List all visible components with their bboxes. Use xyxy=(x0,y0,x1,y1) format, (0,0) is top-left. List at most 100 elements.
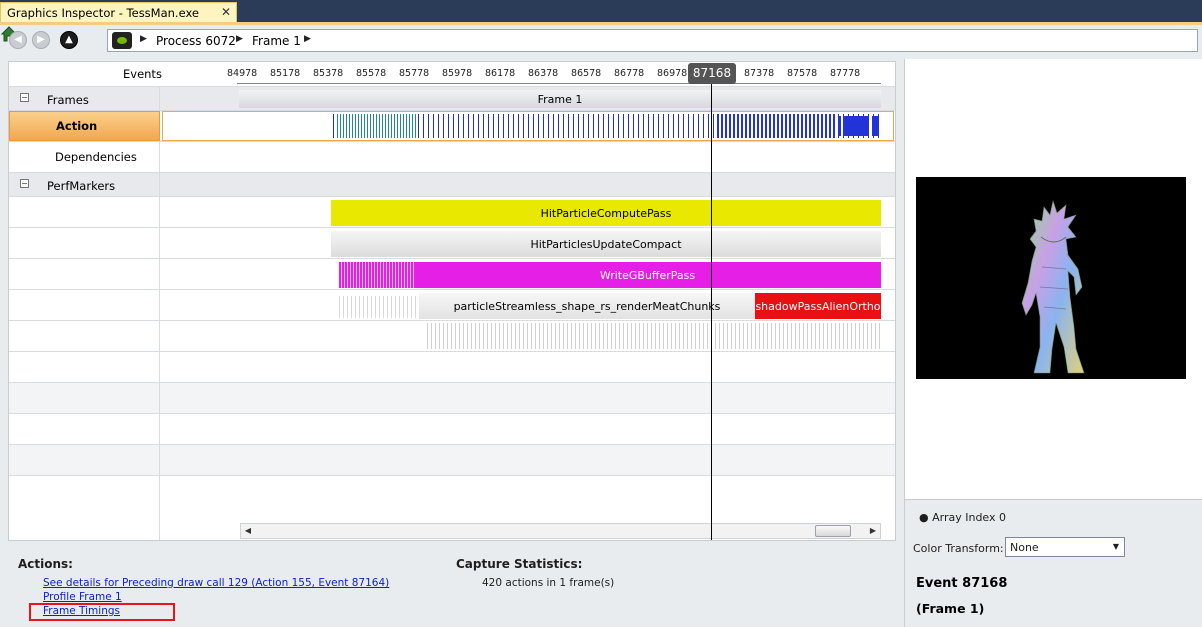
profile-frame-link[interactable]: Profile Frame 1 xyxy=(43,591,122,603)
action-marks-dense[interactable] xyxy=(717,114,837,138)
frame-1-bar[interactable]: Frame 1 xyxy=(239,90,881,108)
frames-group-row: − Frames Frame 1 xyxy=(9,86,895,110)
row-label-cell xyxy=(9,259,160,289)
scroll-left-icon[interactable]: ◀ xyxy=(241,524,255,538)
breadcrumb: ▶ Process 6072 ▶ Frame 1 ▶ xyxy=(107,29,1198,52)
close-icon[interactable]: ✕ xyxy=(221,5,231,19)
empty-row xyxy=(9,413,895,444)
color-transform-value: None xyxy=(1010,541,1039,554)
action-row-label: Action xyxy=(56,119,98,133)
scroll-right-icon[interactable]: ▶ xyxy=(866,524,880,538)
back-button[interactable]: ◀ xyxy=(9,31,27,49)
row-label-cell xyxy=(9,197,160,227)
capture-statistics-value: 420 actions in 1 frame(s) xyxy=(482,577,615,589)
perfmarker-row: WriteGBufferPass xyxy=(9,258,895,289)
ruler-line xyxy=(237,83,881,84)
tick-label: 87778 xyxy=(830,68,861,79)
perfmarkers-group-label: PerfMarkers xyxy=(47,179,116,193)
navigation-bar: ◀ ▶ ▲ ▶ Process 6072 ▶ Frame 1 ▶ xyxy=(0,25,1202,56)
collapse-icon[interactable]: − xyxy=(20,93,29,102)
arrow-left-icon: ◀ xyxy=(14,34,22,45)
row-label-cell: − Frames xyxy=(9,87,160,110)
action-track[interactable] xyxy=(162,111,894,141)
action-marks-early[interactable] xyxy=(337,114,417,138)
chevron-right-icon[interactable]: ▶ xyxy=(236,34,243,44)
row-label-cell: Dependencies xyxy=(9,142,160,172)
chevron-down-icon: ▼ xyxy=(1112,542,1119,551)
forward-button[interactable]: ▶ xyxy=(32,31,50,49)
alien-creature-render xyxy=(1021,199,1085,374)
row-label-cell xyxy=(9,445,160,475)
row-label-cell xyxy=(9,383,160,413)
frame-timings-highlight xyxy=(29,603,175,621)
empty-row xyxy=(9,351,895,382)
perfmarker-writegbufferpass[interactable]: WriteGBufferPass xyxy=(414,262,881,288)
document-tab[interactable]: Graphics Inspector - TessMan.exe ✕ xyxy=(0,2,237,22)
row-label-cell xyxy=(9,476,160,540)
cursor-event-badge[interactable]: 87168 xyxy=(688,63,736,84)
tick-label: 86178 xyxy=(485,68,516,79)
tick-label: 85178 xyxy=(270,68,301,79)
timeline-cursor[interactable] xyxy=(711,84,712,540)
capture-statistics-heading: Capture Statistics: xyxy=(456,557,583,571)
tick-label: 85978 xyxy=(442,68,473,79)
tick-label: 85378 xyxy=(313,68,344,79)
tick-label: 86778 xyxy=(614,68,645,79)
empty-row xyxy=(9,382,895,413)
row-label-cell xyxy=(9,352,160,382)
tick-label: 87378 xyxy=(744,68,775,79)
action-marks-block[interactable] xyxy=(872,116,879,136)
tick-label: 86378 xyxy=(528,68,559,79)
perfmarker-row: HitParticlesUpdateCompact xyxy=(9,227,895,258)
perfmarker-row: particleStreamless_shape_rs_renderMeatCh… xyxy=(9,289,895,320)
perfmarkers-group-row: − PerfMarkers xyxy=(9,172,895,196)
perfmarker-particlestreamless[interactable]: particleStreamless_shape_rs_renderMeatCh… xyxy=(419,293,755,319)
action-marks-block[interactable] xyxy=(843,116,869,136)
breadcrumb-process[interactable]: Process 6072 xyxy=(156,34,236,48)
perfmarker-row xyxy=(9,320,895,351)
chevron-right-icon[interactable]: ▶ xyxy=(304,34,311,44)
dependencies-row-label: Dependencies xyxy=(55,150,137,164)
collapse-icon[interactable]: − xyxy=(20,179,29,188)
action-row-label-cell[interactable]: Action xyxy=(9,111,160,141)
nvidia-logo-icon[interactable] xyxy=(112,32,132,49)
document-tab-strip: Graphics Inspector - TessMan.exe ✕ xyxy=(0,0,1202,25)
action-row[interactable]: Action xyxy=(9,110,895,141)
tick-label: 84978 xyxy=(227,68,258,79)
arrow-right-icon: ▶ xyxy=(37,34,45,45)
breadcrumb-frame[interactable]: Frame 1 xyxy=(252,34,301,48)
perfmarker-shadowpassalienortho[interactable]: shadowPassAlienOrtho xyxy=(755,293,881,319)
array-index-value: Array Index 0 xyxy=(932,511,1007,524)
horizontal-scrollbar[interactable]: ◀ ▶ xyxy=(240,523,881,539)
tick-label: 86978 xyxy=(657,68,688,79)
perfmarker-particle-marks[interactable] xyxy=(339,296,419,318)
up-button[interactable]: ▲ xyxy=(60,31,78,49)
tick-label: 85578 xyxy=(356,68,387,79)
tab-title: Graphics Inspector - TessMan.exe xyxy=(7,6,199,20)
row-label-cell xyxy=(9,228,160,258)
current-frame-label: (Frame 1) xyxy=(916,601,985,616)
perfmarker-hitparticlesupdatecompact[interactable]: HitParticlesUpdateCompact xyxy=(331,231,881,257)
render-target-preview[interactable] xyxy=(916,177,1186,379)
timeline-panel: Events 84978 85178 85378 85578 85778 859… xyxy=(8,61,896,541)
perfmarker-row: HitParticleComputePass xyxy=(9,196,895,227)
row-label-cell xyxy=(9,414,160,444)
perfmarker-gbuffer-marks[interactable] xyxy=(339,262,415,288)
array-index-label: ● Array Index 0 xyxy=(919,511,1007,524)
chevron-right-icon[interactable]: ▶ xyxy=(140,34,147,44)
tick-label: 85778 xyxy=(399,68,430,79)
row-label-cell: − PerfMarkers xyxy=(9,173,160,196)
color-transform-select[interactable]: None ▼ xyxy=(1005,537,1125,557)
perfmarker-nested-marks[interactable] xyxy=(427,323,881,349)
scrollbar-thumb[interactable] xyxy=(815,525,851,537)
empty-row xyxy=(9,444,895,475)
row-label-cell xyxy=(9,321,160,351)
events-axis-label: Events xyxy=(123,67,162,81)
tick-label: 87578 xyxy=(787,68,818,79)
perfmarker-hitparticlecomputepass[interactable]: HitParticleComputePass xyxy=(331,200,881,226)
row-label-cell xyxy=(9,290,160,320)
actions-heading: Actions: xyxy=(18,557,73,571)
preceding-draw-call-link[interactable]: See details for Preceding draw call 129 … xyxy=(43,577,389,589)
frames-group-label: Frames xyxy=(47,93,89,107)
current-event-title: Event 87168 xyxy=(916,576,1008,591)
